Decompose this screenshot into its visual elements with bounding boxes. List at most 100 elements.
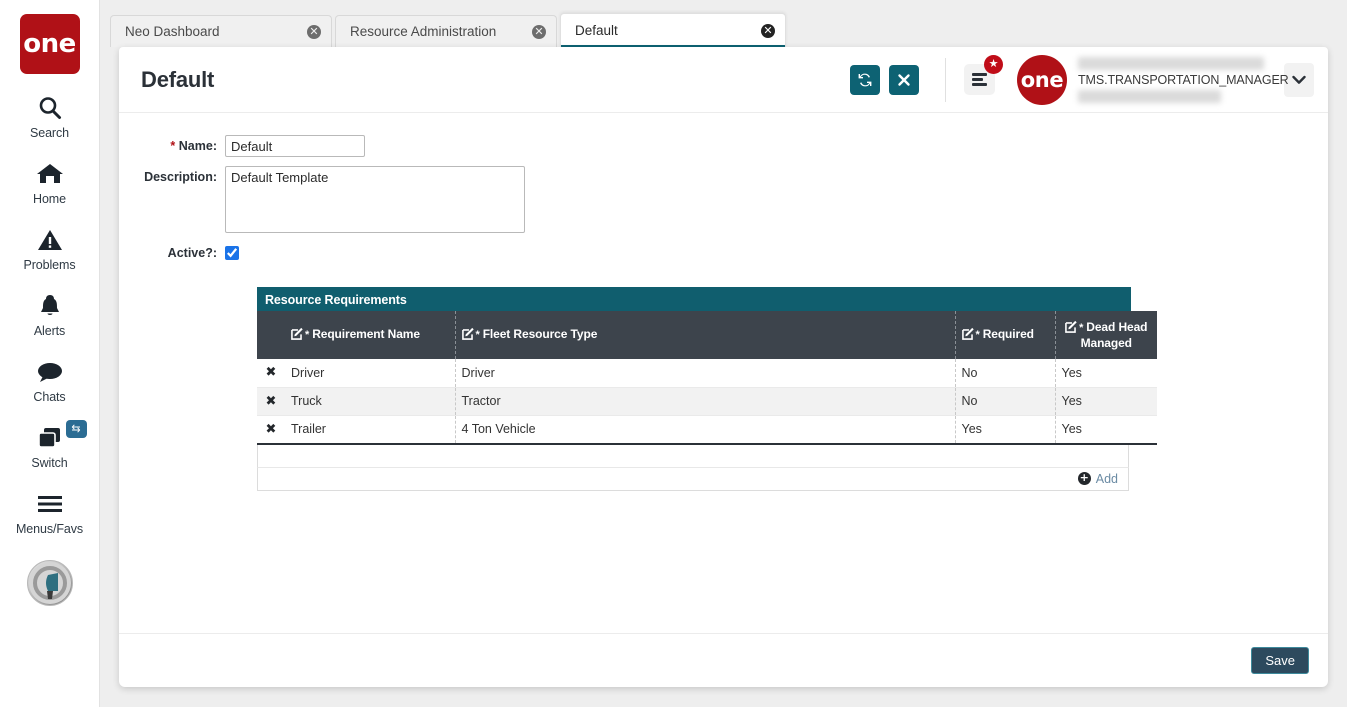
hamburger-icon <box>972 70 987 88</box>
sidebar-item-search[interactable]: Search <box>0 93 100 140</box>
cell-requirement-name[interactable]: Truck <box>285 387 455 415</box>
cell-fleet-resource-type[interactable]: Tractor <box>455 387 955 415</box>
column-header-delete <box>257 311 285 359</box>
app-logo-text: one <box>23 31 76 57</box>
user-info-block[interactable]: TMS.TRANSPORTATION_MANAGER <box>1078 55 1268 105</box>
close-circle-icon[interactable]: ✕ <box>761 24 775 38</box>
required-marker: * <box>976 329 980 341</box>
cell-fleet-resource-type[interactable]: 4 Ton Vehicle <box>455 415 955 444</box>
save-button[interactable]: Save <box>1251 647 1309 674</box>
column-header-requirement-name[interactable]: *Requirement Name <box>285 311 455 359</box>
app-logo[interactable]: one <box>20 14 80 74</box>
row-delete-cell[interactable]: ✖ <box>257 387 285 415</box>
refresh-button[interactable] <box>850 65 880 95</box>
delete-x-icon[interactable]: ✖ <box>266 394 277 409</box>
cell-dead-head-managed[interactable]: Yes <box>1055 387 1157 415</box>
name-input[interactable] <box>225 135 365 157</box>
main-content-card: Default ★ one TMS.TRANSPORTATION_MANAGER <box>119 47 1328 687</box>
active-checkbox[interactable] <box>225 246 239 260</box>
description-input[interactable]: Default Template <box>225 166 525 233</box>
sidebar-label-problems: Problems <box>24 258 76 272</box>
field-row-description: Description: Default Template <box>119 166 1328 233</box>
sidebar-label-chats: Chats <box>33 390 65 404</box>
form-body: * Name: Description: Default Template Ac… <box>119 113 1328 633</box>
name-label: * Name: <box>119 135 225 153</box>
cell-requirement-name[interactable]: Driver <box>285 359 455 387</box>
column-header-fleet-resource-type[interactable]: *Fleet Resource Type <box>455 311 955 359</box>
close-circle-icon[interactable]: ✕ <box>532 25 546 39</box>
search-icon <box>37 93 63 123</box>
column-header-dead-head-managed[interactable]: *Dead Head Managed <box>1055 311 1157 359</box>
row-delete-cell[interactable]: ✖ <box>257 359 285 387</box>
sidebar-item-chats[interactable]: Chats <box>0 357 100 404</box>
favorites-menu-button[interactable]: ★ <box>964 64 995 95</box>
table-row[interactable]: ✖ Driver Driver No Yes <box>257 359 1157 387</box>
required-marker: * <box>170 139 175 153</box>
sidebar-item-alerts[interactable]: Alerts <box>0 291 100 338</box>
edit-pencil-icon <box>462 327 475 343</box>
warning-triangle-icon <box>37 225 63 255</box>
cell-required[interactable]: No <box>955 359 1055 387</box>
row-delete-cell[interactable]: ✖ <box>257 415 285 444</box>
tab-label: Resource Administration <box>350 24 532 39</box>
description-label: Description: <box>119 166 225 184</box>
sidebar-label-switch: Switch <box>31 456 67 470</box>
brand-logo: one <box>1017 55 1067 105</box>
cell-required[interactable]: Yes <box>955 415 1055 444</box>
home-icon <box>36 159 64 189</box>
edit-pencil-icon <box>1065 320 1078 336</box>
sidebar-label-alerts: Alerts <box>34 324 65 338</box>
tab-default[interactable]: Default ✕ <box>560 13 786 47</box>
required-marker: * <box>476 329 480 341</box>
add-row-button[interactable]: + Add <box>1078 472 1118 486</box>
table-body: ✖ Driver Driver No Yes ✖ Truck Tractor N… <box>257 359 1157 444</box>
tab-neo-dashboard[interactable]: Neo Dashboard ✕ <box>110 15 332 47</box>
table-row[interactable]: ✖ Trailer 4 Ton Vehicle Yes Yes <box>257 415 1157 444</box>
redacted-bar-top <box>1078 57 1264 70</box>
table-row[interactable]: ✖ Truck Tractor No Yes <box>257 387 1157 415</box>
star-icon: ★ <box>984 55 1003 74</box>
sidebar-label-search: Search <box>30 126 69 140</box>
sidebar-item-home[interactable]: Home <box>0 159 100 206</box>
cell-dead-head-managed[interactable]: Yes <box>1055 415 1157 444</box>
sidebar-item-problems[interactable]: Problems <box>0 225 100 272</box>
chat-bubble-icon <box>36 357 64 387</box>
field-row-active: Active?: <box>119 242 1328 260</box>
left-nav-rail: one Search Home Problems Alerts Chats <box>0 0 100 707</box>
column-header-required[interactable]: *Required <box>955 311 1055 359</box>
user-avatar-icon <box>28 561 72 605</box>
sidebar-item-switch[interactable]: ⇆ Switch <box>0 423 100 470</box>
edit-pencil-icon <box>962 327 975 343</box>
tab-label: Default <box>575 23 761 38</box>
cell-required[interactable]: No <box>955 387 1055 415</box>
resource-requirements-grid: Resource Requirements *Requirement Name <box>257 287 1131 491</box>
requirements-table: *Requirement Name *Fleet Resource Type *… <box>257 311 1157 445</box>
grid-title: Resource Requirements <box>257 287 1131 311</box>
table-header-row: *Requirement Name *Fleet Resource Type *… <box>257 311 1157 359</box>
cell-requirement-name[interactable]: Trailer <box>285 415 455 444</box>
cell-fleet-resource-type[interactable]: Driver <box>455 359 955 387</box>
refresh-icon <box>857 72 873 88</box>
tab-resource-administration[interactable]: Resource Administration ✕ <box>335 15 557 47</box>
close-x-icon <box>897 73 911 87</box>
redacted-bar-bottom <box>1078 90 1221 103</box>
field-row-name: * Name: <box>119 135 1328 157</box>
avatar[interactable] <box>27 560 73 606</box>
close-page-button[interactable] <box>889 65 919 95</box>
required-marker: * <box>305 329 309 341</box>
delete-x-icon[interactable]: ✖ <box>266 422 277 437</box>
column-header-label: Fleet Resource Type <box>483 327 598 341</box>
sidebar-item-menus-favs[interactable]: Menus/Favs <box>0 489 100 536</box>
name-label-text: Name: <box>179 139 217 153</box>
brand-logo-text: one <box>1021 68 1063 92</box>
delete-x-icon[interactable]: ✖ <box>266 365 277 380</box>
sidebar-label-menus-favs: Menus/Favs <box>16 522 83 536</box>
grid-footer: + Add <box>257 467 1129 491</box>
close-circle-icon[interactable]: ✕ <box>307 25 321 39</box>
page-header: Default ★ one TMS.TRANSPORTATION_MANAGER <box>119 47 1328 113</box>
table-head: *Requirement Name *Fleet Resource Type *… <box>257 311 1157 359</box>
cell-dead-head-managed[interactable]: Yes <box>1055 359 1157 387</box>
required-marker: * <box>1079 322 1083 334</box>
grid-filler-row <box>257 445 1129 467</box>
swap-arrows-icon[interactable]: ⇆ <box>66 420 87 438</box>
